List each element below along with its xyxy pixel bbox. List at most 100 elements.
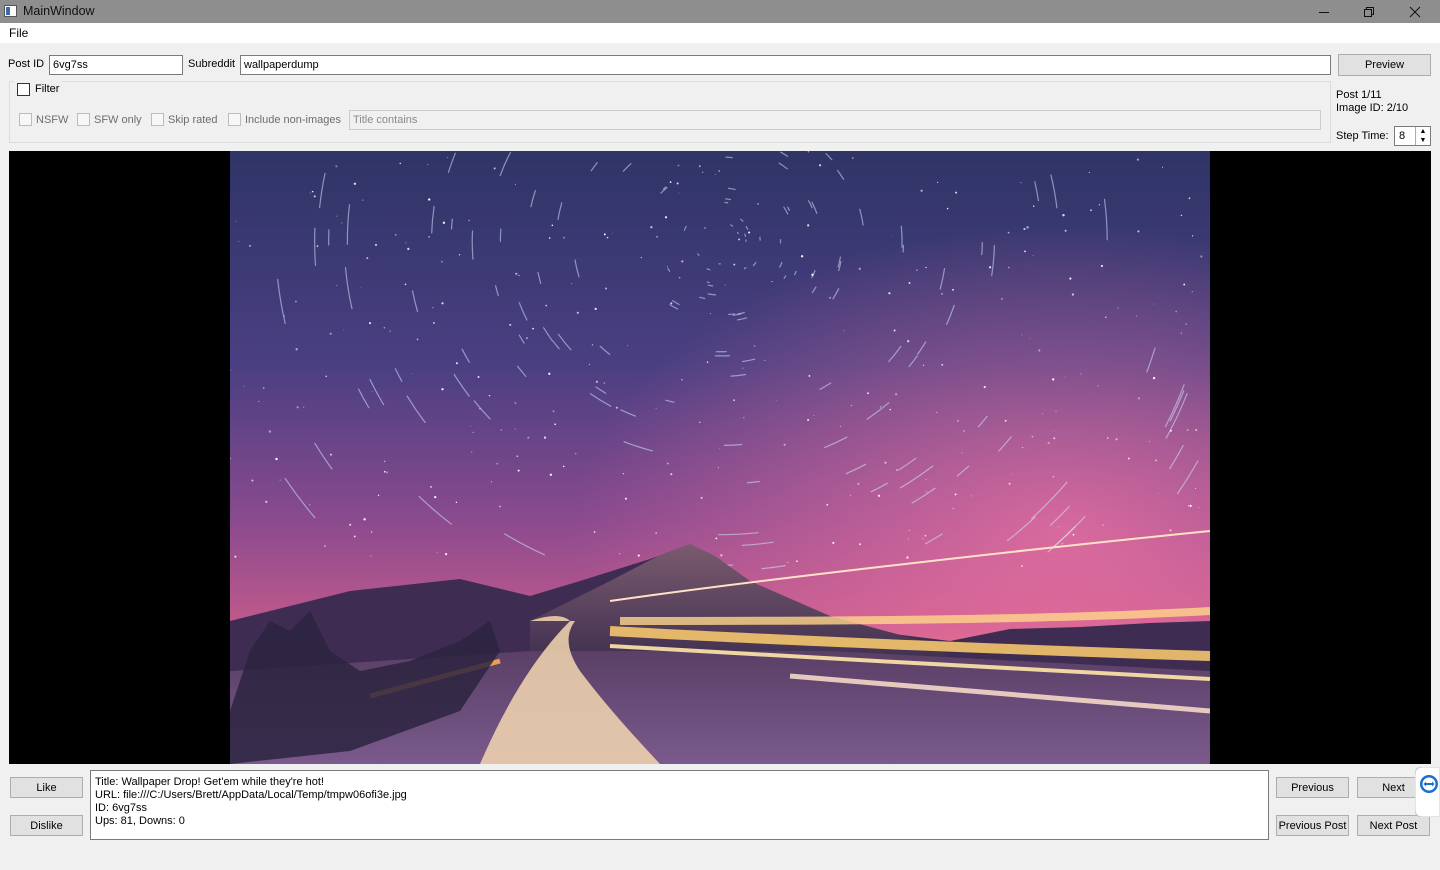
star: [576, 311, 579, 314]
star: [666, 266, 669, 268]
skip-rated-checkbox[interactable]: [151, 113, 164, 126]
star: [655, 532, 657, 534]
star: [1136, 158, 1140, 161]
star: [499, 505, 501, 508]
sfw-only-option[interactable]: SFW only: [77, 113, 142, 126]
restore-button[interactable]: [1346, 0, 1392, 23]
include-non-images-checkbox[interactable]: [228, 113, 241, 126]
skip-rated-option[interactable]: Skip rated: [151, 113, 218, 126]
star: [295, 300, 297, 303]
star: [1071, 293, 1075, 296]
star: [843, 329, 845, 332]
subreddit-input[interactable]: wallpaperdump: [240, 55, 1331, 75]
star: [877, 494, 881, 497]
star: [527, 436, 530, 439]
skip-rated-label: Skip rated: [168, 113, 218, 126]
star: [1169, 529, 1172, 532]
like-button[interactable]: Like: [10, 777, 83, 798]
step-time-label: Step Time:: [1336, 130, 1389, 142]
star: [796, 560, 798, 563]
star: [807, 151, 810, 153]
post-id-input[interactable]: 6vg7ss: [49, 55, 183, 75]
star: [445, 553, 448, 556]
image-id-counter: Image ID: 2/10: [1336, 102, 1409, 114]
star: [857, 482, 860, 485]
next-post-button[interactable]: Next Post: [1357, 815, 1430, 836]
star: [1136, 315, 1138, 317]
star: [361, 199, 364, 201]
star: [479, 408, 481, 410]
star: [1183, 283, 1186, 286]
include-non-images-label: Include non-images: [245, 113, 342, 126]
title-contains-input[interactable]: Title contains: [349, 110, 1321, 130]
title-bar[interactable]: [0, 0, 1440, 23]
preview-button[interactable]: Preview: [1338, 54, 1431, 76]
star: [514, 402, 517, 405]
nsfw-option[interactable]: NSFW: [19, 113, 68, 126]
star: [681, 260, 684, 263]
filter-checkbox[interactable]: [17, 82, 30, 96]
nsfw-checkbox[interactable]: [19, 113, 32, 126]
star: [920, 189, 923, 192]
post-id-label: Post ID: [8, 58, 45, 70]
star: [532, 327, 534, 330]
star-trail: [450, 218, 453, 230]
dislike-button[interactable]: Dislike: [10, 815, 83, 836]
star: [800, 255, 804, 258]
star: [640, 256, 643, 259]
star: [1185, 323, 1187, 325]
star: [1069, 277, 1072, 280]
star: [604, 287, 608, 290]
star: [1080, 373, 1082, 375]
star: [1008, 266, 1010, 269]
star: [715, 174, 717, 175]
close-button[interactable]: [1392, 0, 1438, 23]
star: [715, 537, 718, 540]
step-time-spinbox[interactable]: 8 ▲ ▼: [1394, 126, 1431, 146]
image-viewer: [9, 151, 1431, 764]
star: [603, 382, 605, 384]
window-title: MainWindow: [23, 4, 95, 18]
star: [952, 288, 954, 291]
star: [850, 405, 852, 407]
include-non-images-option[interactable]: Include non-images: [228, 113, 341, 126]
star: [455, 501, 458, 504]
previous-button[interactable]: Previous: [1276, 777, 1349, 798]
teamviewer-icon[interactable]: [1415, 767, 1440, 817]
star: [335, 165, 338, 168]
sfw-only-checkbox[interactable]: [77, 113, 90, 126]
post-info-box[interactable]: Title: Wallpaper Drop! Get'em while they…: [90, 770, 1269, 840]
star: [743, 417, 745, 419]
spin-up-icon[interactable]: ▲: [1415, 127, 1430, 136]
star: [1153, 303, 1155, 305]
star: [434, 495, 437, 499]
star: [363, 518, 366, 521]
star: [265, 500, 268, 503]
star: [936, 411, 938, 414]
star: [664, 216, 668, 219]
star: [366, 257, 369, 260]
star: [615, 406, 618, 409]
star: [1029, 338, 1031, 340]
star: [471, 451, 473, 453]
menu-file[interactable]: File: [9, 26, 28, 40]
star: [442, 221, 446, 224]
star: [1053, 430, 1055, 432]
spin-down-icon[interactable]: ▼: [1415, 136, 1430, 145]
star: [1032, 254, 1034, 256]
star: [916, 269, 918, 271]
star: [371, 390, 373, 392]
previous-post-button[interactable]: Previous Post: [1276, 815, 1349, 836]
star: [1191, 291, 1193, 293]
filter-toggle[interactable]: Filter: [14, 81, 63, 97]
star-trail: [737, 231, 739, 235]
star: [416, 338, 419, 341]
star: [594, 307, 597, 311]
star: [624, 497, 627, 500]
star: [370, 531, 373, 533]
status-panel: Post 1/11 Image ID: 2/10: [1336, 89, 1408, 115]
minimize-button[interactable]: [1301, 0, 1347, 23]
star: [243, 385, 245, 387]
star: [385, 471, 389, 474]
star: [427, 164, 429, 166]
